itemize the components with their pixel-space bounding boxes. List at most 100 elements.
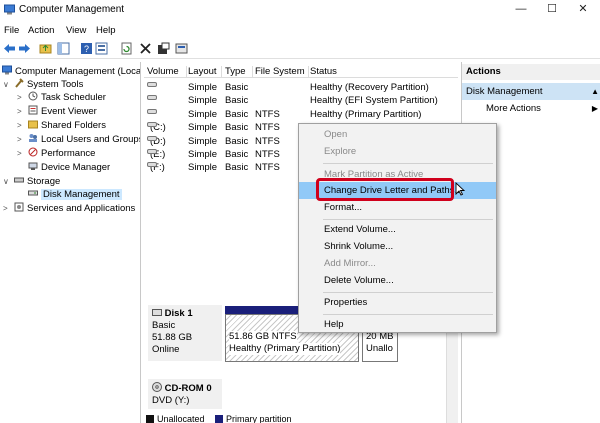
menu-item-extend-volume[interactable]: Extend Volume... xyxy=(299,221,496,238)
expand-arrow-icon[interactable]: > xyxy=(3,204,8,213)
menu-view[interactable]: View xyxy=(66,25,86,36)
tree-item-event-viewer[interactable]: Event Viewer xyxy=(28,105,97,118)
disk1-label[interactable]: Disk 1 Basic 51.88 GB Online xyxy=(148,305,222,361)
volume-layout-cell: Simple xyxy=(188,122,218,134)
column-header-volume[interactable]: Volume xyxy=(147,66,187,78)
tree-item-performance[interactable]: Performance xyxy=(28,147,95,160)
volume-icon xyxy=(147,108,157,114)
disk1-type: Basic xyxy=(152,320,176,331)
cdrom-drive: DVD (Y:) xyxy=(152,395,190,406)
volume-cell xyxy=(147,95,157,106)
expand-arrow-icon[interactable]: > xyxy=(17,93,22,102)
volume-layout-cell: Simple xyxy=(188,135,218,147)
volume-layout-cell: Simple xyxy=(188,95,218,107)
disk-properties-icon[interactable] xyxy=(175,42,188,55)
volume-status-cell: Healthy (EFI System Partition) xyxy=(310,95,438,107)
refresh-icon[interactable] xyxy=(120,42,133,55)
delete-icon[interactable] xyxy=(139,42,152,55)
submenu-arrow-icon: ▶ xyxy=(591,104,598,113)
more-actions-link[interactable]: More Actions xyxy=(486,103,541,114)
volume-layout-cell: Simple xyxy=(188,162,218,174)
column-header-file-system[interactable]: File System xyxy=(255,66,309,78)
menu-item-add-mirror[interactable]: Add Mirror... xyxy=(299,255,496,272)
legend-primary: Primary partition xyxy=(226,414,292,423)
menu-item-properties[interactable]: Properties xyxy=(299,294,496,311)
help-icon[interactable]: ? xyxy=(80,42,93,55)
close-button[interactable]: ✕ xyxy=(569,2,597,17)
menu-item-help[interactable]: Help xyxy=(299,316,496,333)
legend-unallocated-swatch xyxy=(146,415,154,423)
properties-icon[interactable] xyxy=(95,42,108,55)
expand-arrow-icon[interactable]: > xyxy=(17,149,22,158)
menu-item-shrink-volume[interactable]: Shrink Volume... xyxy=(299,238,496,255)
collapse-up-icon[interactable]: ▲ xyxy=(591,87,599,96)
volume-row[interactable]: Simple Basic Healthy (EFI System Partition… xyxy=(144,95,458,108)
volume-icon xyxy=(147,82,157,87)
tree-label: Computer Management (Local xyxy=(15,66,141,77)
maximize-button[interactable]: ☐ xyxy=(538,2,566,17)
volume-cell: (C:) xyxy=(147,122,166,133)
minimize-button[interactable]: — xyxy=(507,2,535,17)
volume-row[interactable]: Simple Basic NTFS Healthy (Primary Partitio… xyxy=(144,108,458,122)
tree-item-task-scheduler[interactable]: Task Scheduler xyxy=(28,91,106,104)
event-viewer-icon xyxy=(28,105,38,115)
tree-item-system-tools[interactable]: System Tools xyxy=(14,78,83,91)
actions-header: Actions xyxy=(462,64,600,80)
menu-item-explore[interactable]: Explore xyxy=(299,143,496,160)
tree-item-disk-management[interactable]: Disk Management xyxy=(28,188,122,201)
menu-action[interactable]: Action xyxy=(28,25,54,36)
show-hide-tree-icon[interactable] xyxy=(57,42,70,55)
collapse-arrow-icon[interactable]: ∨ xyxy=(3,177,9,186)
menu-item-delete-volume[interactable]: Delete Volume... xyxy=(299,272,496,289)
volume-layout-cell: Simple xyxy=(188,108,218,120)
back-icon[interactable] xyxy=(3,42,16,55)
device-manager-icon xyxy=(28,162,38,170)
column-header-status[interactable]: Status xyxy=(310,66,458,78)
menu-separator xyxy=(323,219,493,220)
forward-icon[interactable] xyxy=(18,42,31,55)
legend-primary-swatch xyxy=(215,415,224,423)
tree-label: Device Manager xyxy=(41,162,111,173)
menu-item-open[interactable]: Open xyxy=(299,126,496,143)
volume-type-cell: Basic xyxy=(225,162,249,174)
storage-icon xyxy=(14,177,24,183)
volume-type-cell: Basic xyxy=(225,95,249,107)
tree-item-shared-folders[interactable]: Shared Folders xyxy=(28,119,106,132)
tree-item-computer-management[interactable]: Computer Management (Local xyxy=(2,65,141,78)
column-header-layout[interactable]: Layout xyxy=(188,66,222,78)
menu-item-format[interactable]: Format... xyxy=(299,199,496,216)
tree-label: Shared Folders xyxy=(41,120,106,131)
unallocated-status: Unallo xyxy=(366,343,393,354)
actions-section-disk-management[interactable]: Disk Management ▲ xyxy=(462,83,600,100)
volume-row[interactable]: Simple Basic Healthy (Recovery Partition) xyxy=(144,82,458,95)
clock-icon xyxy=(28,91,38,101)
disk-management-icon xyxy=(28,190,38,196)
cdrom-label[interactable]: CD-ROM 0 DVD (Y:) xyxy=(148,379,222,409)
tree-item-services-applications[interactable]: Services and Applications xyxy=(14,202,135,215)
tree-item-local-users[interactable]: Local Users and Groups xyxy=(28,133,140,146)
volume-icon xyxy=(147,135,157,141)
menu-file[interactable]: File xyxy=(4,25,19,36)
cd-drive-icon xyxy=(152,382,162,392)
tree-item-storage[interactable]: Storage xyxy=(14,175,60,188)
export-icon[interactable] xyxy=(157,42,170,55)
tree-label: Disk Management xyxy=(41,189,122,200)
disk1-state: Online xyxy=(152,344,180,355)
tree-label: Task Scheduler xyxy=(41,92,106,103)
cdrom-name: CD-ROM 0 xyxy=(164,383,212,394)
toolbar: ? xyxy=(0,39,600,59)
up-folder-icon[interactable] xyxy=(39,42,52,55)
tree-item-device-manager[interactable]: Device Manager xyxy=(28,161,110,174)
collapse-arrow-icon[interactable]: ∨ xyxy=(3,80,9,89)
expand-arrow-icon[interactable]: > xyxy=(17,135,22,144)
tree-label: Services and Applications xyxy=(27,203,136,214)
menu-help[interactable]: Help xyxy=(96,25,116,36)
volume-type-cell: Basic xyxy=(225,82,249,93)
column-header-type[interactable]: Type xyxy=(225,66,253,78)
highlight-callout xyxy=(316,178,454,201)
expand-arrow-icon[interactable]: > xyxy=(17,107,22,116)
expand-arrow-icon[interactable]: > xyxy=(17,121,22,130)
services-icon xyxy=(14,202,24,212)
volume-status-cell: Healthy (Recovery Partition) xyxy=(310,82,429,93)
legend: Unallocated Primary partition xyxy=(146,414,292,423)
